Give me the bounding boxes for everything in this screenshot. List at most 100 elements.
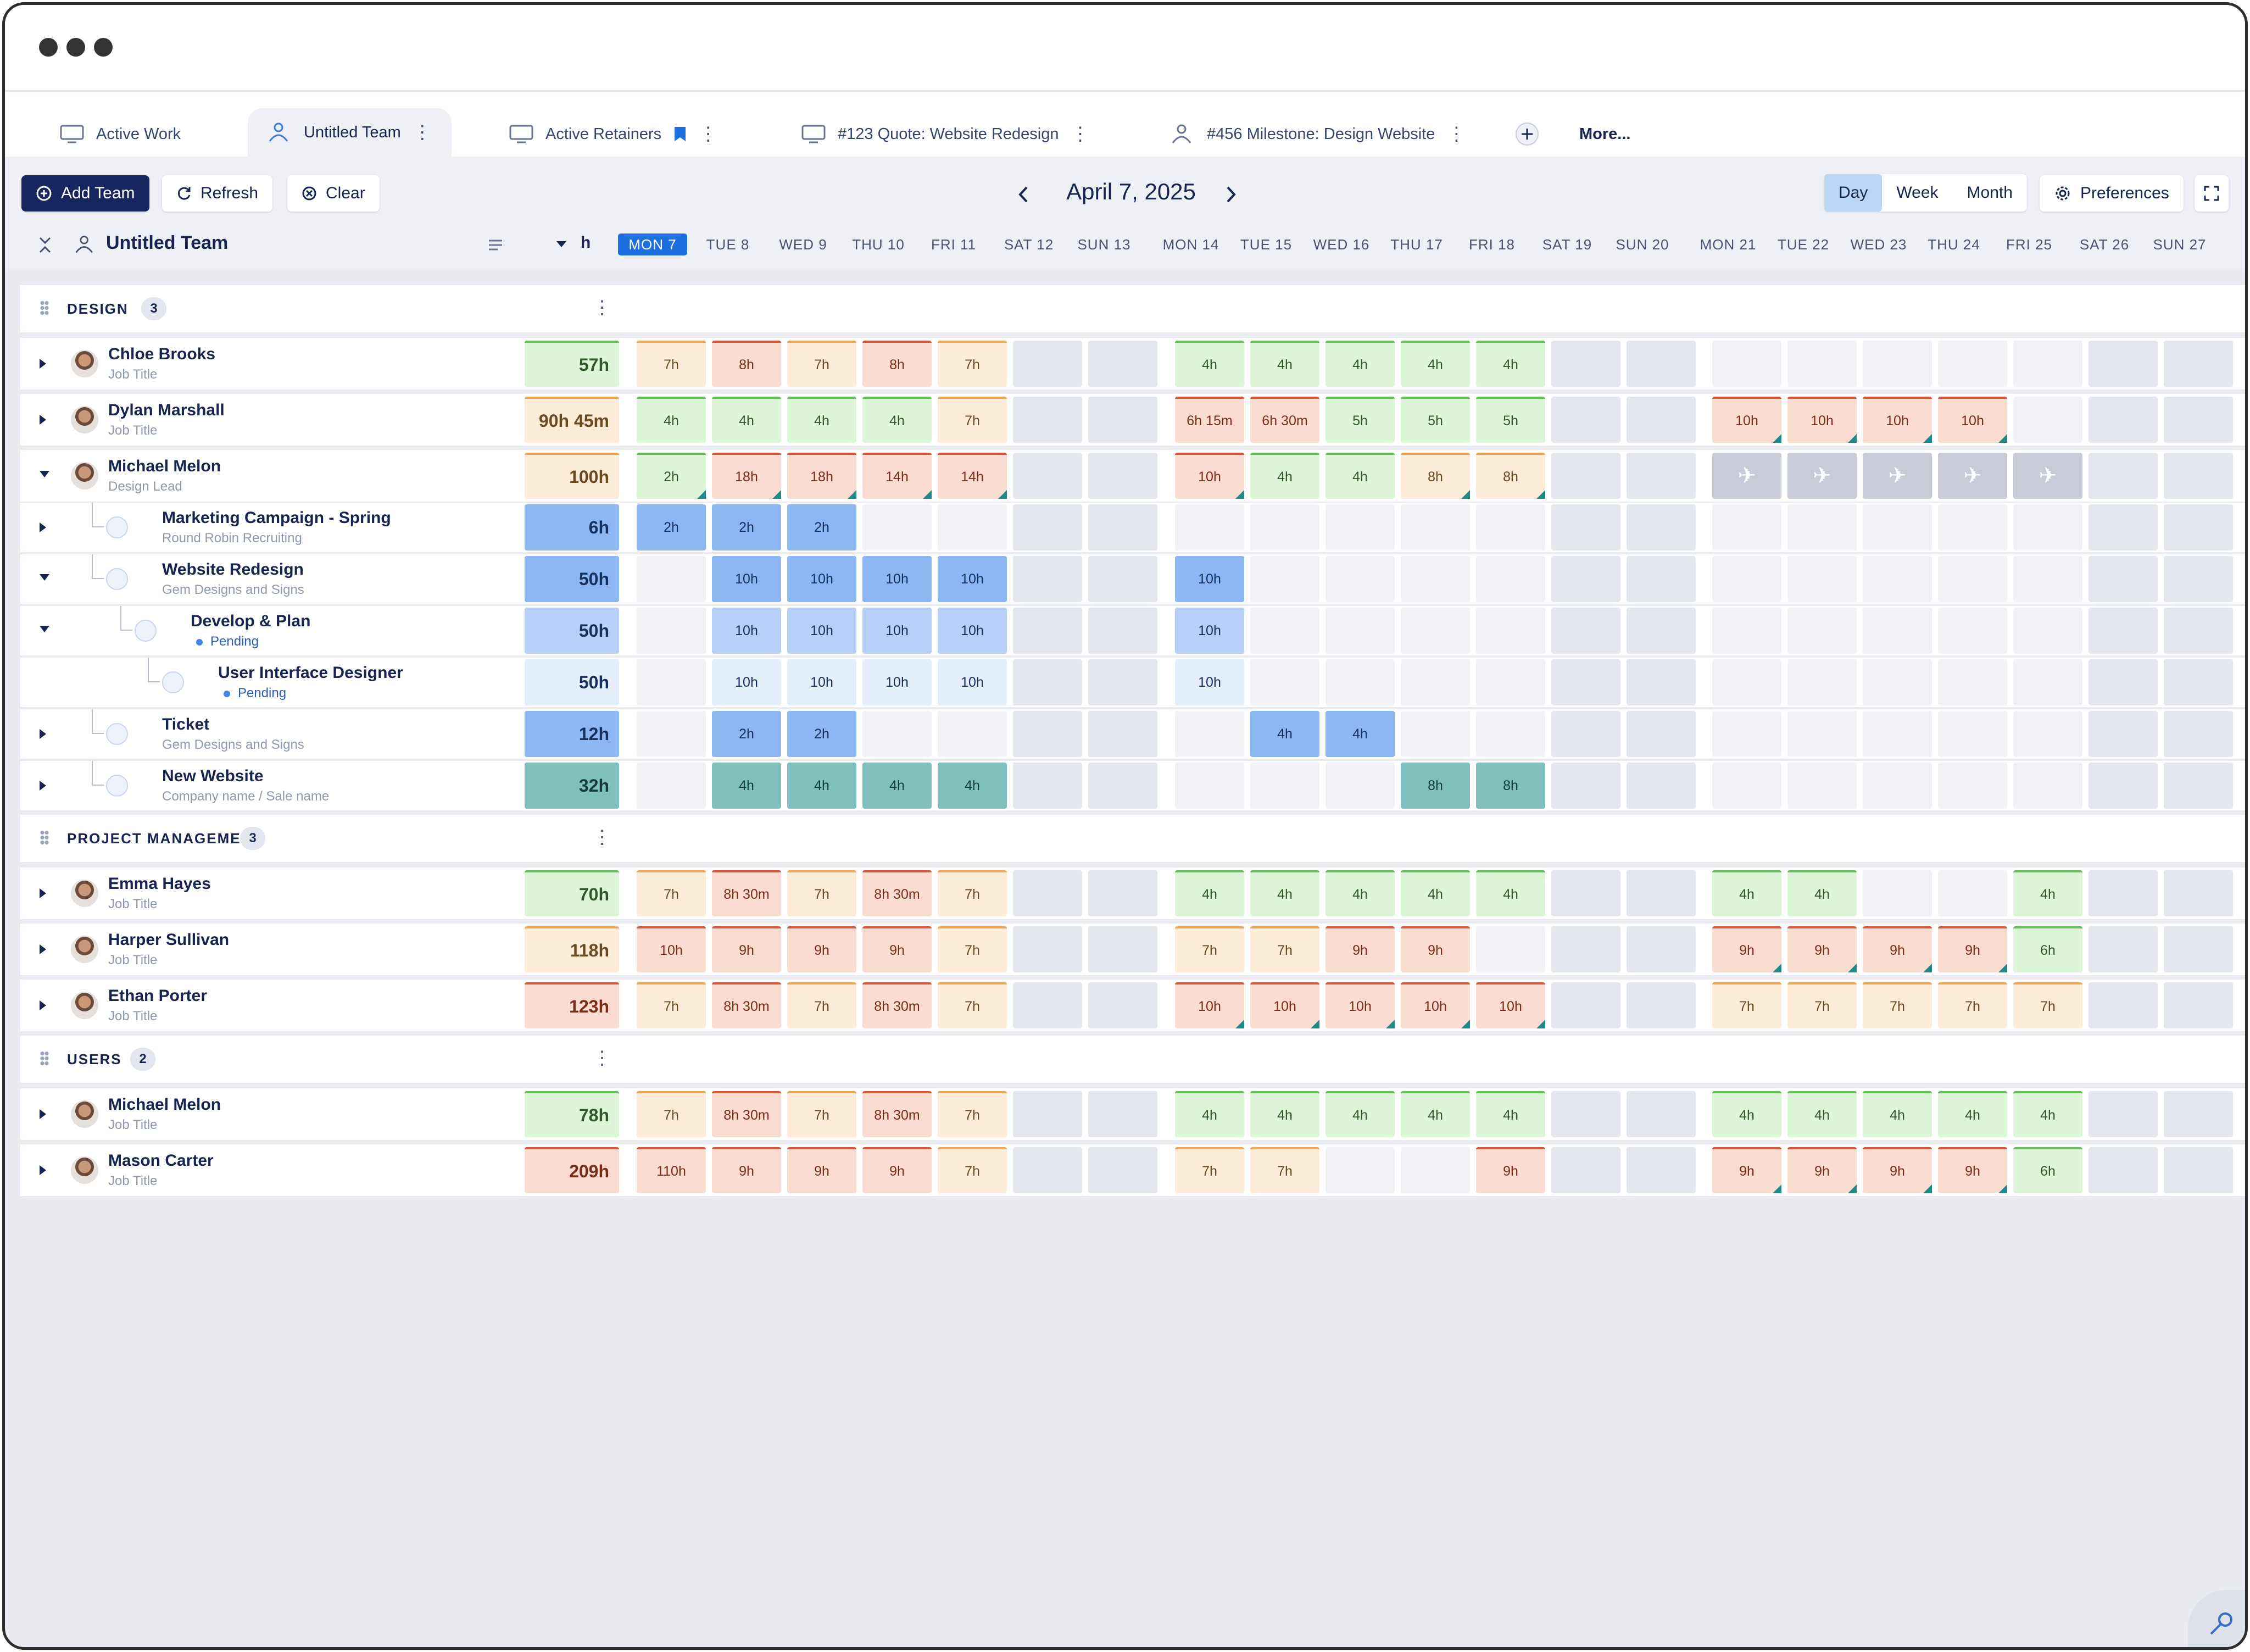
schedule-cell[interactable] bbox=[1476, 556, 1545, 602]
schedule-cell[interactable]: 10h bbox=[862, 608, 932, 654]
row-name[interactable]: Chloe Brooks bbox=[108, 345, 215, 364]
schedule-cell[interactable] bbox=[1013, 397, 1082, 443]
expand-icon[interactable] bbox=[40, 944, 46, 954]
schedule-cell[interactable]: 7h bbox=[1250, 1147, 1319, 1193]
schedule-cell[interactable] bbox=[2089, 341, 2158, 387]
schedule-cell[interactable]: 7h bbox=[938, 870, 1007, 916]
schedule-cell[interactable] bbox=[637, 711, 706, 757]
window-control-dot[interactable] bbox=[66, 38, 85, 57]
schedule-cell[interactable] bbox=[2164, 1091, 2233, 1137]
schedule-cell[interactable]: 9h bbox=[1401, 926, 1470, 972]
schedule-cell[interactable] bbox=[1088, 870, 1157, 916]
schedule-cell[interactable]: 7h bbox=[938, 1147, 1007, 1193]
schedule-cell[interactable]: 9h bbox=[1787, 1147, 1857, 1193]
schedule-cell[interactable]: 4h bbox=[1401, 341, 1470, 387]
schedule-cell[interactable] bbox=[1013, 711, 1082, 757]
day-header[interactable]: MON 14 bbox=[1156, 233, 1226, 255]
expand-icon[interactable] bbox=[40, 1000, 46, 1010]
schedule-cell[interactable] bbox=[1088, 556, 1157, 602]
row-name[interactable]: Emma Hayes bbox=[108, 875, 211, 893]
fullscreen-button[interactable] bbox=[2195, 175, 2229, 212]
schedule-cell[interactable] bbox=[2164, 397, 2233, 443]
schedule-cell[interactable]: 10h bbox=[712, 659, 781, 705]
schedule-cell[interactable] bbox=[1013, 982, 1082, 1028]
schedule-cell[interactable] bbox=[1627, 397, 1696, 443]
current-date[interactable]: April 7, 2025 bbox=[1049, 179, 1213, 209]
schedule-cell[interactable]: 7h bbox=[1250, 926, 1319, 972]
schedule-cell[interactable]: 4h bbox=[712, 397, 781, 443]
add-tab-button[interactable] bbox=[1514, 112, 1540, 157]
schedule-cell[interactable]: 9h bbox=[787, 926, 856, 972]
schedule-cell[interactable]: ✈ bbox=[2013, 453, 2082, 499]
schedule-cell[interactable] bbox=[1326, 659, 1395, 705]
schedule-cell[interactable] bbox=[1863, 659, 1932, 705]
schedule-cell[interactable]: 7h bbox=[938, 982, 1007, 1028]
schedule-cell[interactable] bbox=[1712, 608, 1781, 654]
schedule-cell[interactable]: 9h bbox=[1863, 926, 1932, 972]
row-name[interactable]: Develop & Plan bbox=[191, 612, 310, 631]
schedule-cell[interactable] bbox=[1551, 608, 1620, 654]
schedule-cell[interactable]: 7h bbox=[637, 982, 706, 1028]
schedule-cell[interactable] bbox=[1013, 556, 1082, 602]
day-header[interactable]: THU 10 bbox=[844, 233, 913, 255]
schedule-cell[interactable]: 10h bbox=[938, 659, 1007, 705]
schedule-cell[interactable]: 4h bbox=[1401, 1091, 1470, 1137]
expand-icon[interactable] bbox=[40, 781, 46, 791]
schedule-cell[interactable]: 4h bbox=[1938, 1091, 2007, 1137]
schedule-cell[interactable] bbox=[1013, 504, 1082, 550]
schedule-cell[interactable]: ✈ bbox=[1787, 453, 1857, 499]
schedule-cell[interactable]: 10h bbox=[1863, 397, 1932, 443]
schedule-cell[interactable]: 4h bbox=[1250, 870, 1319, 916]
schedule-cell[interactable] bbox=[1088, 659, 1157, 705]
day-header[interactable]: MON 7 bbox=[618, 233, 687, 255]
schedule-cell[interactable] bbox=[2013, 608, 2082, 654]
drag-handle-icon[interactable] bbox=[40, 1051, 49, 1066]
kebab-menu-icon[interactable]: ⋮ bbox=[593, 1049, 611, 1067]
schedule-cell[interactable]: 10h bbox=[1250, 982, 1319, 1028]
schedule-cell[interactable]: 4h bbox=[1476, 1091, 1545, 1137]
schedule-cell[interactable] bbox=[637, 763, 706, 809]
schedule-cell[interactable]: 4h bbox=[1712, 1091, 1781, 1137]
schedule-cell[interactable]: 9h bbox=[862, 1147, 932, 1193]
next-date-icon[interactable] bbox=[1224, 185, 1238, 204]
schedule-cell[interactable] bbox=[2089, 711, 2158, 757]
schedule-cell[interactable]: 7h bbox=[938, 926, 1007, 972]
schedule-cell[interactable] bbox=[1863, 763, 1932, 809]
schedule-cell[interactable] bbox=[862, 711, 932, 757]
schedule-cell[interactable] bbox=[1013, 870, 1082, 916]
schedule-cell[interactable]: 9h bbox=[1326, 926, 1395, 972]
schedule-cell[interactable] bbox=[1712, 659, 1781, 705]
schedule-cell[interactable]: 4h bbox=[1476, 870, 1545, 916]
schedule-cell[interactable]: 4h bbox=[862, 397, 932, 443]
row-name[interactable]: Mason Carter bbox=[108, 1152, 214, 1170]
schedule-cell[interactable] bbox=[1551, 1091, 1620, 1137]
day-header[interactable]: FRI 18 bbox=[1457, 233, 1527, 255]
schedule-cell[interactable]: 18h bbox=[712, 453, 781, 499]
view-day-button[interactable]: Day bbox=[1824, 174, 1883, 212]
day-header[interactable]: THU 17 bbox=[1382, 233, 1451, 255]
clear-button[interactable]: Clear bbox=[287, 175, 380, 212]
schedule-cell[interactable]: 4h bbox=[637, 397, 706, 443]
schedule-cell[interactable] bbox=[2164, 556, 2233, 602]
schedule-cell[interactable] bbox=[1787, 608, 1857, 654]
schedule-cell[interactable]: 7h bbox=[637, 1091, 706, 1137]
row-name[interactable]: Marketing Campaign - Spring bbox=[162, 509, 391, 527]
schedule-cell[interactable]: 7h bbox=[787, 1091, 856, 1137]
schedule-cell[interactable] bbox=[2089, 608, 2158, 654]
schedule-cell[interactable] bbox=[1013, 341, 1082, 387]
collapse-icon[interactable] bbox=[40, 626, 49, 632]
schedule-cell[interactable]: 8h 30m bbox=[862, 982, 932, 1028]
schedule-cell[interactable]: 8h bbox=[712, 341, 781, 387]
schedule-cell[interactable]: 18h bbox=[787, 453, 856, 499]
schedule-cell[interactable] bbox=[2089, 1091, 2158, 1137]
schedule-cell[interactable]: 4h bbox=[1787, 870, 1857, 916]
schedule-cell[interactable]: 9h bbox=[1476, 1147, 1545, 1193]
schedule-cell[interactable]: 4h bbox=[1476, 341, 1545, 387]
schedule-cell[interactable]: ✈ bbox=[1938, 453, 2007, 499]
schedule-cell[interactable] bbox=[938, 504, 1007, 550]
schedule-cell[interactable] bbox=[1627, 504, 1696, 550]
day-header[interactable]: THU 24 bbox=[1919, 233, 1989, 255]
schedule-cell[interactable] bbox=[2164, 659, 2233, 705]
schedule-cell[interactable] bbox=[1013, 659, 1082, 705]
schedule-cell[interactable] bbox=[1551, 1147, 1620, 1193]
